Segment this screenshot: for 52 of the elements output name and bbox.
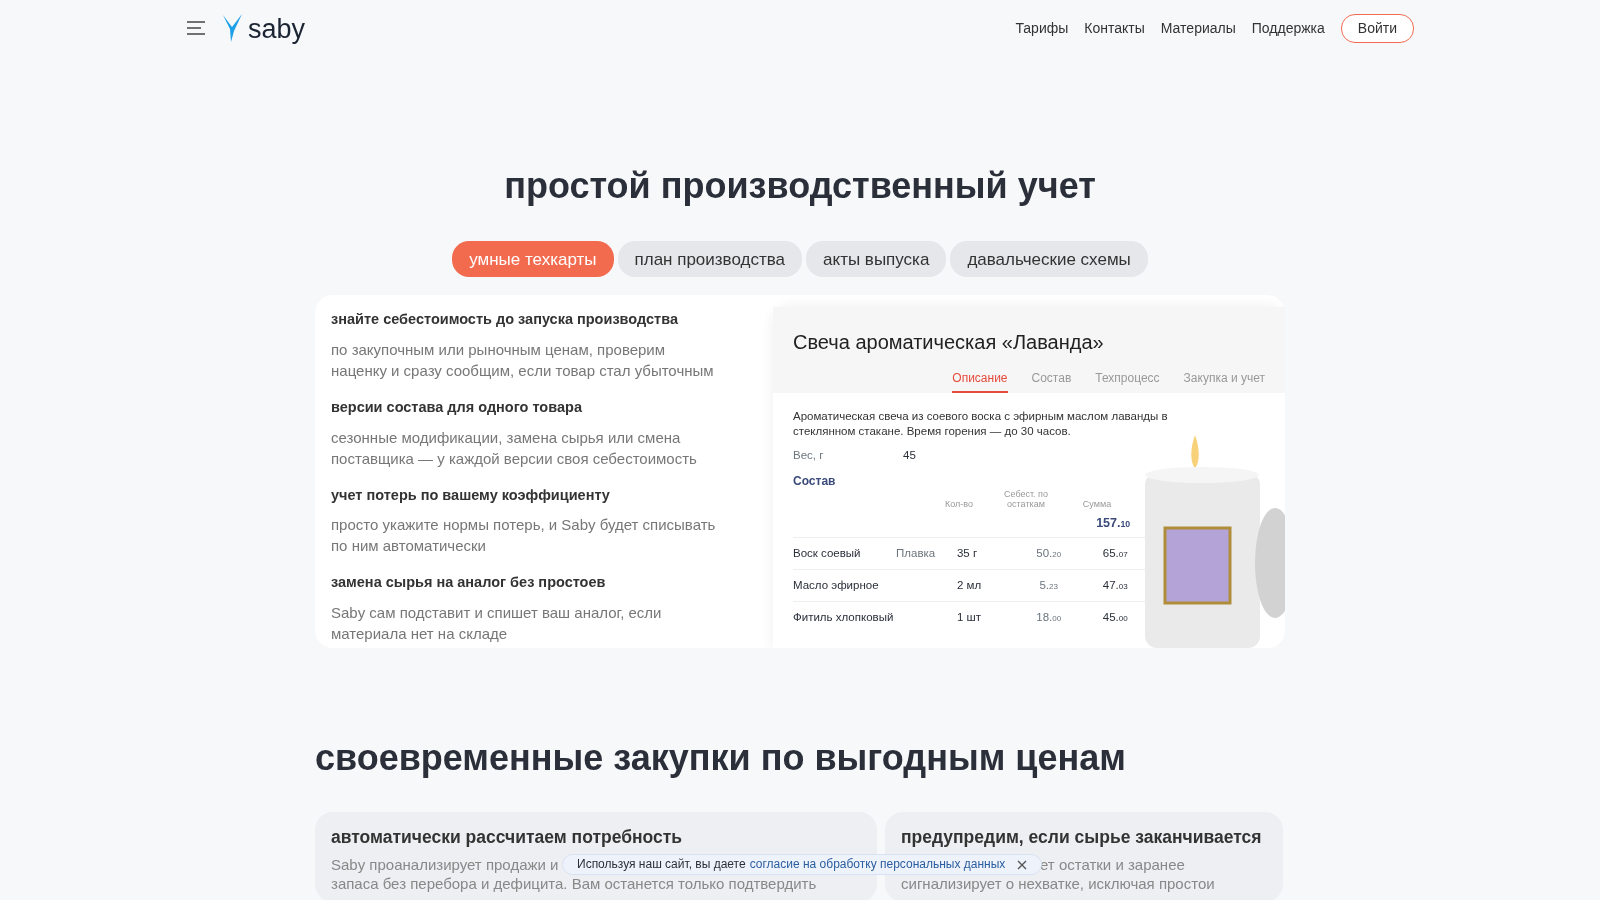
ingredient-name: Воск соевый (793, 545, 862, 561)
cost-cell-text: 18.$_{00}$ (1035, 609, 1063, 625)
sum-cell-text: 47.$_{03}$ (1101, 577, 1129, 593)
nav-link[interactable]: Контакты (1084, 17, 1145, 39)
feature-text: сезонные модификации, замена сырья или смена поставщика — у каждой версии своя себестоимость (331, 427, 698, 469)
feature-title: версии состава для одного товара (331, 397, 583, 417)
logo-text[interactable]: saby (248, 16, 306, 43)
feature-title: учет потерь по вашему коэффициенту (331, 485, 611, 505)
cost-cell-text: 50.$_{20}$ (1035, 545, 1063, 561)
card-text: сигнализирует о нехватке, исключая простои (901, 874, 1215, 893)
feature-tab[interactable]: акты выпуска (806, 241, 947, 277)
product-tab[interactable]: Описание (952, 365, 1008, 393)
nav-link[interactable]: Материалы (1160, 17, 1236, 39)
sum-cell-text: 45.$_{00}$ (1101, 609, 1129, 625)
menu-icon[interactable] (186, 21, 206, 35)
weight-label: Вес, г (793, 447, 825, 463)
card-title: автоматически рассчитаем потребность (331, 826, 684, 849)
product-description: Ароматическая свеча из соевого воска с эфирным маслом лаванды в стеклянном стакане. Время горения — до 30 часов. (793, 409, 1169, 439)
feature-title: замена сырья на аналог без простоев (331, 573, 607, 593)
column-header: Кол-во (944, 500, 974, 510)
ingredient-name: Фитиль хлопковый (793, 609, 895, 625)
card-text: Saby проанализирует продажи и (331, 855, 559, 874)
nav-link[interactable]: Тарифы (1015, 17, 1069, 39)
card-text: ет остатки и заранее (1040, 855, 1185, 874)
nav-link[interactable]: Поддержка (1251, 17, 1325, 39)
consent-link[interactable]: согласие на обработку персональных данных (749, 857, 1006, 872)
column-header: Себест. по остаткам (1003, 490, 1049, 510)
ingredient-note: Плавка (896, 545, 937, 561)
quantity-cell-text: 1 шт (956, 609, 982, 625)
cookie-text: Используя наш сайт, вы даете (577, 857, 746, 872)
feature-text: просто укажите нормы потерь, и Saby будет списывать по ним автоматически (331, 515, 716, 557)
ingredient-name: Масло эфирное (793, 577, 880, 593)
login-button[interactable]: Войти (1340, 13, 1414, 43)
sum-cell-text: 65.$_{07}$ (1101, 545, 1129, 561)
column-header: Сумма (1081, 500, 1113, 510)
section-title: простой производственный учет (503, 164, 1097, 207)
card-text: запаса без перебора и дефицита. Вам останется только подтвердить (331, 874, 817, 893)
card-title: предупредим, если сырье заканчивается (901, 826, 1263, 849)
cost-cell-text: 5.$_{23}$ (1038, 577, 1059, 593)
close-icon[interactable] (1017, 859, 1028, 870)
quantity-cell-text: 2 мл (956, 577, 983, 593)
feature-text: Saby сам подставит и спишет ваш аналог, если материала нет на складе (331, 603, 663, 644)
section-title: своевременные закупки по выгодным ценам (315, 736, 1127, 779)
composition-title: Состав (793, 473, 837, 491)
feature-title: знайте себестоимость до запуска производства (331, 310, 679, 329)
feature-tab[interactable]: план производства (617, 241, 803, 277)
logo-icon (222, 13, 244, 43)
product-title: Свеча ароматическая «Лаванда» (793, 330, 1105, 355)
quantity-cell-text: 35 г (956, 545, 979, 561)
feature-text: по закупочным или рыночным ценам, проверим наценку и сразу сообщим, если товар стал убыточным (331, 339, 715, 381)
feature-tab[interactable]: давальческие схемы (950, 241, 1148, 277)
weight-value: 45 (903, 447, 916, 463)
